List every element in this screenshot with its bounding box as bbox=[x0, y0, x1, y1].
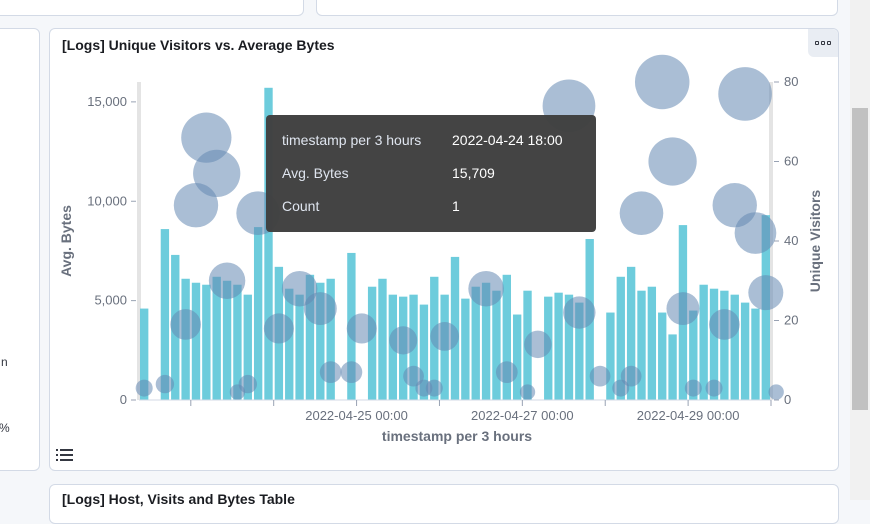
bubble bbox=[634, 54, 690, 110]
bar bbox=[202, 284, 211, 400]
x-tick-label: 2022-04-27 00:00 bbox=[471, 408, 574, 423]
bubble bbox=[589, 365, 611, 387]
x-tick-label: 2022-04-25 00:00 bbox=[305, 408, 408, 423]
bar bbox=[658, 312, 667, 400]
bubble bbox=[155, 374, 175, 394]
bubble bbox=[684, 379, 702, 397]
bubble bbox=[705, 379, 723, 397]
bubble bbox=[425, 379, 443, 397]
bar bbox=[378, 278, 387, 400]
bar bbox=[668, 334, 677, 400]
y2-axis-title: Unique Visitors bbox=[807, 190, 823, 293]
tooltip-key: timestamp per 3 hours bbox=[282, 132, 422, 148]
y-tick-label: 0 bbox=[120, 392, 127, 407]
tooltip-key: Count bbox=[282, 198, 320, 214]
bubble bbox=[340, 361, 363, 384]
bubble bbox=[346, 313, 377, 344]
list-icon bbox=[56, 449, 73, 461]
scrollbar-thumb[interactable] bbox=[852, 108, 868, 410]
panel-title: [Logs] Host, Visits and Bytes Table bbox=[62, 491, 295, 507]
bubble bbox=[519, 384, 536, 400]
bubble bbox=[303, 292, 337, 326]
y2-tick-label: 40 bbox=[784, 233, 798, 248]
bubble bbox=[524, 330, 552, 359]
bubble bbox=[648, 137, 697, 186]
bubble bbox=[389, 326, 418, 355]
bubble bbox=[620, 365, 642, 387]
bubble bbox=[718, 67, 772, 121]
bar bbox=[751, 308, 760, 400]
y-tick-label: 5,000 bbox=[94, 293, 127, 308]
bottom-panel: [Logs] Host, Visits and Bytes Table bbox=[49, 484, 839, 524]
bubble bbox=[430, 322, 460, 351]
bubble bbox=[563, 296, 596, 329]
bubble bbox=[135, 379, 153, 397]
bar bbox=[637, 290, 646, 400]
legend-toggle-button[interactable] bbox=[56, 448, 74, 467]
bar bbox=[191, 282, 201, 400]
bubble bbox=[495, 361, 518, 384]
bar bbox=[253, 227, 263, 400]
y2-tick-label: 20 bbox=[784, 313, 798, 328]
bubble bbox=[208, 262, 246, 299]
bubble bbox=[709, 309, 740, 340]
bubble bbox=[170, 309, 201, 340]
y2-tick-label: 80 bbox=[784, 74, 798, 89]
chart-tooltip: timestamp per 3 hours 2022-04-24 18:00 A… bbox=[266, 115, 596, 232]
bar bbox=[554, 292, 563, 400]
tooltip-value: 15,709 bbox=[452, 165, 495, 181]
tooltip-key: Avg. Bytes bbox=[282, 165, 349, 181]
bar bbox=[461, 298, 470, 400]
y-axis-title: Avg. Bytes bbox=[58, 205, 74, 277]
chart: 0 5,000 10,000 15,000 0 20 40 60 80 2022-04-25 00… bbox=[58, 54, 823, 444]
bubble bbox=[238, 374, 257, 394]
y2-tick-label: 60 bbox=[784, 154, 798, 169]
bubble bbox=[193, 149, 241, 198]
bubble bbox=[319, 361, 342, 384]
bar bbox=[740, 302, 750, 400]
bar bbox=[160, 229, 170, 400]
y-tick-label: 15,000 bbox=[87, 94, 127, 109]
bubble bbox=[768, 384, 784, 400]
x-tick-label: 2022-04-29 00:00 bbox=[637, 408, 740, 423]
bubble bbox=[666, 292, 700, 326]
y-tick-label: 10,000 bbox=[87, 193, 127, 208]
bar bbox=[285, 288, 294, 400]
tooltip-value: 1 bbox=[452, 198, 460, 214]
bubble bbox=[619, 191, 664, 235]
bar bbox=[699, 284, 708, 400]
bubble bbox=[468, 270, 504, 307]
y2-tick-label: 0 bbox=[784, 392, 791, 407]
bar bbox=[720, 290, 729, 400]
bar bbox=[730, 294, 739, 400]
tooltip-value: 2022-04-24 18:00 bbox=[452, 132, 563, 148]
bar bbox=[295, 294, 304, 400]
bar bbox=[367, 286, 377, 400]
bubble bbox=[748, 275, 784, 311]
bar bbox=[647, 286, 657, 400]
bar bbox=[492, 290, 501, 400]
bubble bbox=[734, 212, 777, 254]
bar bbox=[512, 314, 522, 400]
x-axis-title: timestamp per 3 hours bbox=[382, 428, 532, 444]
bubble bbox=[263, 313, 294, 344]
